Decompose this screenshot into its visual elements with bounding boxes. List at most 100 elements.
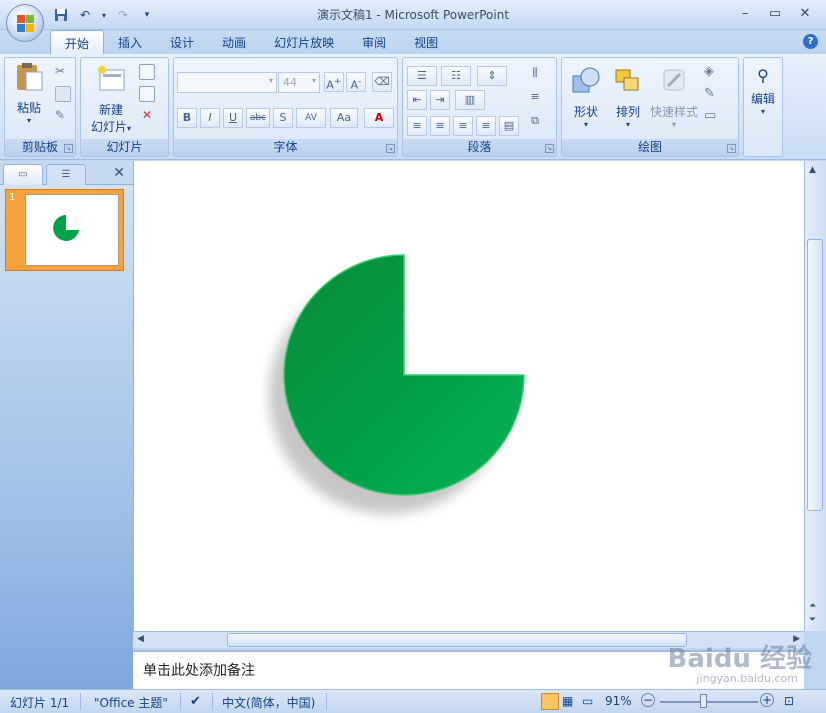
font-group-label: 字体 — [174, 139, 397, 156]
distributed-icon[interactable]: ▤ — [499, 116, 519, 136]
arrange-button[interactable]: 排列 ▾ — [608, 66, 648, 129]
fit-to-window-icon[interactable]: ⊡ — [784, 694, 794, 708]
tab-insert[interactable]: 插入 — [104, 30, 156, 54]
clipboard-launcher-icon[interactable]: ↘ — [64, 144, 73, 153]
align-left-icon[interactable]: ≡ — [407, 116, 427, 136]
line-spacing-icon[interactable]: ⇕ — [477, 66, 507, 86]
reset-icon[interactable] — [139, 86, 155, 102]
font-launcher-icon[interactable]: ↘ — [386, 144, 395, 153]
change-case-button[interactable]: Aa — [330, 108, 358, 128]
clear-format-icon[interactable]: ⌫ — [372, 72, 392, 92]
smartart-icon[interactable]: ⧉ — [525, 112, 545, 132]
paste-button[interactable]: 粘贴 ▾ — [11, 62, 47, 125]
close-button[interactable]: ✕ — [790, 3, 820, 23]
zoom-in-icon[interactable]: + — [760, 693, 774, 707]
grow-font-icon[interactable]: A+ — [324, 72, 344, 92]
shape-effects-icon[interactable]: ▭ — [704, 108, 720, 124]
tab-animations[interactable]: 动画 — [208, 30, 260, 54]
shapes-label: 形状 — [573, 105, 598, 119]
cut-icon[interactable]: ✂ — [55, 64, 71, 80]
horizontal-scroll-thumb[interactable] — [227, 633, 687, 647]
align-right-icon[interactable]: ≡ — [453, 116, 473, 136]
new-slide-label-2: 幻灯片 — [90, 120, 127, 134]
paste-dropdown-icon[interactable]: ▾ — [11, 116, 47, 125]
zoom-slider-thumb[interactable] — [700, 694, 707, 708]
shape-fill-icon[interactable]: ◈ — [704, 64, 720, 80]
numbering-icon[interactable]: ☷ — [441, 66, 471, 86]
pie-slice-shape[interactable] — [134, 161, 805, 631]
italic-button[interactable]: I — [200, 108, 220, 128]
text-direction-icon[interactable]: ⫼ — [525, 64, 545, 84]
next-slide-icon[interactable]: ⏷ — [809, 615, 816, 625]
shapes-button[interactable]: 形状 ▾ — [566, 66, 606, 129]
scroll-left-icon[interactable]: ◀ — [137, 634, 144, 644]
paragraph-launcher-icon[interactable]: ↘ — [545, 144, 554, 153]
pane-close-icon[interactable]: ✕ — [113, 165, 125, 181]
font-name-combo[interactable]: ▾ — [177, 72, 277, 93]
minimize-button[interactable]: – — [730, 3, 760, 23]
drawing-launcher-icon[interactable]: ↘ — [727, 144, 736, 153]
columns-icon[interactable]: ▥ — [455, 90, 485, 110]
office-button[interactable] — [6, 4, 44, 42]
status-theme[interactable]: "Office 主题" — [94, 694, 168, 711]
new-slide-dropdown-icon[interactable]: ▾ — [127, 124, 131, 133]
tab-view[interactable]: 视图 — [400, 30, 452, 54]
tab-outline-icon[interactable]: ☰ — [46, 164, 86, 185]
shrink-font-icon[interactable]: A- — [346, 72, 366, 92]
bold-button[interactable]: B — [177, 108, 197, 128]
binoculars-icon: ⚲ — [757, 66, 769, 85]
decrease-indent-icon[interactable]: ⇤ — [407, 90, 427, 110]
tab-slideshow[interactable]: 幻灯片放映 — [260, 30, 348, 54]
slide-thumbnail-selected[interactable]: 1 — [5, 189, 124, 271]
strikethrough-button[interactable]: abc — [246, 108, 270, 128]
restore-button[interactable]: ▭ — [760, 3, 790, 23]
slides-group-label: 幻灯片 — [81, 139, 168, 156]
ribbon: 粘贴 ▾ ✂ ✎ 剪贴板 ↘ 新建 幻灯片▾ ✕ 幻灯片 ▾ 44 ▾ A+ A-… — [0, 54, 826, 160]
scroll-up-icon[interactable]: ▲ — [809, 165, 816, 175]
copy-icon[interactable] — [55, 86, 71, 102]
vertical-scrollbar[interactable]: ▲ ⏶ ⏷ — [804, 161, 826, 631]
zoom-out-icon[interactable]: − — [641, 693, 655, 707]
zoom-slider-track[interactable] — [660, 701, 758, 703]
normal-view-icon[interactable] — [541, 693, 559, 710]
slide-sorter-icon[interactable]: ▦ — [562, 694, 573, 708]
align-text-icon[interactable]: ≡ — [525, 88, 545, 108]
justify-icon[interactable]: ≡ — [476, 116, 496, 136]
title-bar: ↶ ▾ ↷ ▾ 演示文稿1 - Microsoft PowerPoint – ▭… — [0, 0, 826, 42]
window-title: 演示文稿1 - Microsoft PowerPoint — [316, 8, 510, 22]
status-bar: 幻灯片 1/1 "Office 主题" ✔ 中文(简体，中国) ▦ ▭ 91% … — [0, 689, 826, 713]
spellcheck-icon[interactable]: ✔ — [190, 694, 201, 709]
align-center-icon[interactable]: ≡ — [430, 116, 450, 136]
vertical-scroll-thumb[interactable] — [807, 239, 823, 511]
watermark-sub: jingyan.baidu.com — [696, 672, 798, 685]
slide-number: 1 — [9, 192, 16, 203]
font-color-button[interactable]: A — [364, 108, 394, 128]
tab-slides-icon[interactable]: ▭ — [3, 164, 43, 185]
slide-canvas[interactable] — [133, 161, 804, 631]
help-icon[interactable]: ? — [803, 34, 818, 49]
slideshow-view-icon[interactable]: ▭ — [582, 694, 593, 708]
underline-button[interactable]: U — [223, 108, 243, 128]
new-slide-label-1: 新建 — [98, 103, 123, 117]
tab-review[interactable]: 审阅 — [348, 30, 400, 54]
new-slide-button[interactable]: 新建 幻灯片▾ — [85, 64, 137, 135]
char-spacing-button[interactable]: AV — [296, 108, 326, 128]
increase-indent-icon[interactable]: ⇥ — [430, 90, 450, 110]
layout-icon[interactable] — [139, 64, 155, 80]
prev-slide-icon[interactable]: ⏶ — [809, 601, 816, 611]
zoom-level[interactable]: 91% — [605, 694, 632, 708]
slides-group: 新建 幻灯片▾ ✕ 幻灯片 — [80, 57, 169, 157]
tab-home[interactable]: 开始 — [50, 30, 105, 54]
font-size-combo[interactable]: 44 ▾ — [278, 72, 320, 93]
editing-label: 编辑 — [750, 92, 775, 106]
editing-button[interactable]: ⚲ 编辑 ▾ — [744, 66, 782, 116]
delete-slide-icon[interactable]: ✕ — [139, 108, 155, 124]
bullets-icon[interactable]: ☰ — [407, 66, 437, 86]
tab-design[interactable]: 设计 — [156, 30, 208, 54]
drawing-group: 形状 ▾ 排列 ▾ 快速样式 ▾ ◈ ✎ ▭ 绘图 ↘ — [561, 57, 739, 157]
format-painter-icon[interactable]: ✎ — [55, 108, 71, 124]
status-language[interactable]: 中文(简体，中国) — [222, 694, 315, 711]
text-shadow-button[interactable]: S — [273, 108, 293, 128]
quick-styles-button[interactable]: 快速样式 ▾ — [648, 66, 700, 129]
shape-outline-icon[interactable]: ✎ — [704, 86, 720, 102]
